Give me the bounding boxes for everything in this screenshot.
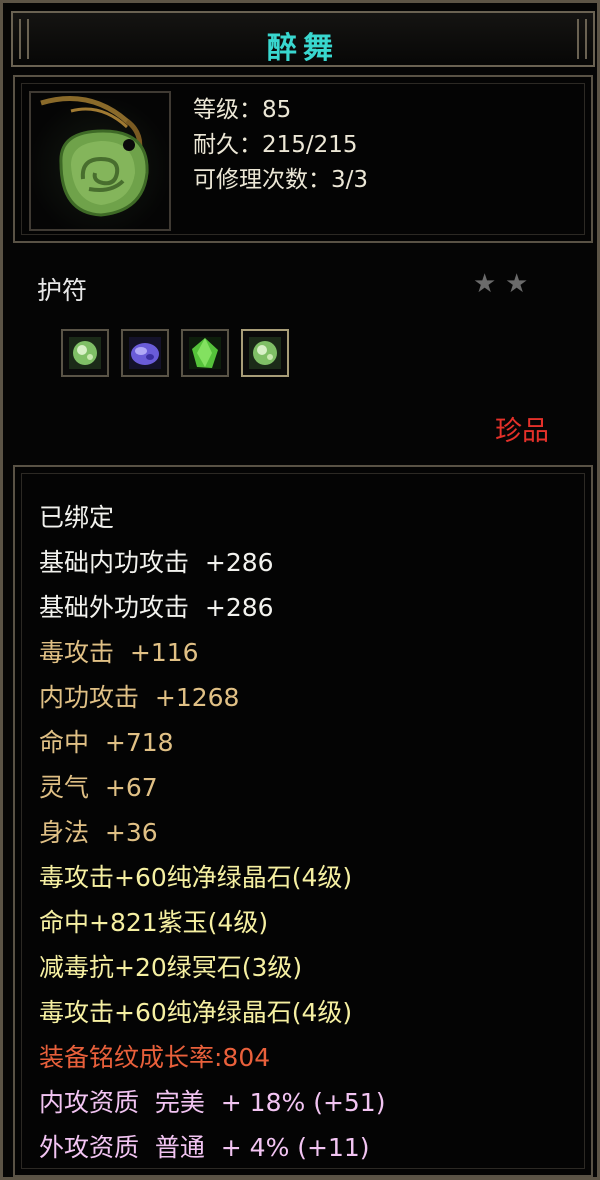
item-name: 醉舞 <box>267 31 339 66</box>
attribute-row: 毒攻击+60纯净绿晶石(4级) <box>39 998 353 1027</box>
item-level: 等级：85 <box>193 97 292 123</box>
attribute-row: 已绑定 <box>39 503 115 532</box>
attribute-row: 外攻资质 普通 + 4% (+11) <box>39 1133 370 1162</box>
purple-gem-icon[interactable] <box>121 329 169 377</box>
attribute-row: 减毒抗+20绿冥石(3级) <box>39 953 303 982</box>
item-tooltip: 醉舞 等级：85 耐久：215/215 可修理次数：3/3 护符 ★ ★ 珍品 … <box>0 0 600 1180</box>
attribute-row: 命中 +718 <box>39 728 174 757</box>
attribute-row: 内功攻击 +1268 <box>39 683 240 712</box>
item-summary-panel: 等级：85 耐久：215/215 可修理次数：3/3 <box>13 75 593 243</box>
attribute-row: 装备铭纹成长率:804 <box>39 1043 271 1072</box>
attribute-row: 内攻资质 完美 + 18% (+51) <box>39 1088 386 1117</box>
gem-sockets <box>61 329 289 377</box>
rarity-label: 珍品 <box>495 416 549 447</box>
item-repair-count: 可修理次数：3/3 <box>193 167 369 193</box>
attribute-row: 毒攻击 +116 <box>39 638 199 667</box>
green-crystal-gem-icon[interactable] <box>181 329 229 377</box>
green-jade-gem-icon[interactable] <box>241 329 289 377</box>
attribute-row: 灵气 +67 <box>39 773 158 802</box>
attribute-row: 命中+821紫玉(4级) <box>39 908 269 937</box>
green-jade-gem-icon[interactable] <box>61 329 109 377</box>
item-base-stats: 等级：85 耐久：215/215 可修理次数：3/3 <box>193 93 368 198</box>
attribute-row: 基础外功攻击 +286 <box>39 593 274 622</box>
star-icon: ★ <box>473 269 497 299</box>
title-bar: 醉舞 <box>11 11 595 67</box>
item-durability: 耐久：215/215 <box>193 132 358 158</box>
item-type: 护符 <box>37 276 88 305</box>
attribute-panel: 已绑定基础内功攻击 +286 基础外功攻击 +286 毒攻击 +116 内功攻击 +1… <box>13 465 593 1177</box>
star-rating: ★ ★ <box>473 271 531 297</box>
attribute-row: 身法 +36 <box>39 818 158 847</box>
star-icon: ★ <box>505 269 529 299</box>
attribute-list: 已绑定基础内功攻击 +286 基础外功攻击 +286 毒攻击 +116 内功攻击 +1… <box>39 495 385 1170</box>
attribute-row: 基础内功攻击 +286 <box>39 548 274 577</box>
attribute-row: 毒攻击+60纯净绿晶石(4级) <box>39 863 353 892</box>
amulet-icon <box>29 91 171 231</box>
